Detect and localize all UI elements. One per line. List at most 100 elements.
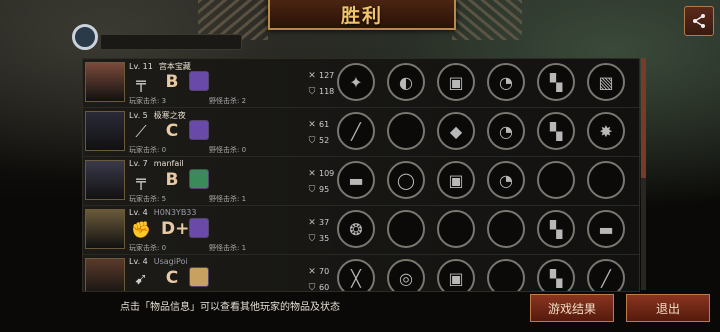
equipment-slot[interactable]: ▚ [537,210,575,248]
share-button[interactable] [684,6,714,36]
header: 胜利 [0,0,720,50]
skill-icon [189,218,209,238]
crossed-guns-ornament-right [452,0,522,40]
player-row[interactable]: Lv. 11 宫本宝藏 ╤ B 玩家击杀: 3 野怪击杀: 2 ✕ 127 ⛉ 1… [83,59,639,108]
attack-icon: ✕ [308,169,316,179]
equipment-slot[interactable]: ▬ [337,161,375,199]
grade-badge: D+ [161,219,190,239]
list-scrollbar[interactable] [641,58,646,290]
player-avatar[interactable] [85,209,125,249]
defense-value: 118 [319,87,335,96]
defense-icon: ⛉ [308,136,316,146]
equipment-slot[interactable]: ▣ [437,161,475,199]
player-avatar[interactable] [85,111,125,151]
equipment-slot[interactable]: ◐ [387,63,425,101]
skill-icon [189,71,209,91]
player-name: 宫本宝藏 [158,62,191,71]
equipment-slot[interactable]: ❂ [337,210,375,248]
empty-equipment-slot[interactable] [587,161,625,199]
monster-kills: 野怪击杀: 1 [209,244,247,252]
monster-kills: 野怪击杀: 1 [209,195,247,203]
skill-icon [189,267,209,287]
attack-value: 109 [319,169,335,178]
item-info-hint: 点击「物品信息」可以查看其他玩家的物品及状态 [120,302,340,313]
equipment-slot[interactable]: ▣ [437,63,475,101]
knife-icon: ⟋ [135,122,147,141]
crossbow-icon: ➹ [134,269,148,288]
top-player-banner [100,34,242,50]
title-plate: 胜利 [268,0,456,30]
attack-value: 127 [319,71,335,80]
game-results-button[interactable]: 游戏结果 [530,294,614,322]
equipment-slot[interactable]: ▚ [537,259,575,291]
equipment-slot[interactable]: ◆ [437,112,475,150]
player-row[interactable]: Lv. 4 H0N3YB33 ✊ D+ 玩家击杀: 0 野怪击杀: 1 ✕ 37 … [83,206,639,255]
skill-icon [189,169,209,189]
equipment-slot[interactable]: ▚ [537,112,575,150]
grade-badge: B [165,170,179,190]
player-level: Lv. 7 [129,159,148,168]
share-icon [693,14,705,28]
player-level-line: Lv. 4 UsagiPoi [129,257,188,266]
monster-kills: 野怪击杀: 0 [209,146,247,154]
defense-icon: ⛉ [308,87,316,97]
grade-badge: C [165,121,179,141]
player-kills: 玩家击杀: 0 [129,146,167,154]
equipment-slot[interactable]: ╱ [587,259,625,291]
attack-icon: ✕ [308,267,316,277]
defense-icon: ⛉ [308,234,316,244]
defense-value: 60 [319,283,330,292]
grade-badge: B [165,72,179,92]
empty-equipment-slot[interactable] [487,210,525,248]
player-level: Lv. 5 [129,111,148,120]
player-kills: 玩家击杀: 0 [129,244,167,252]
scrollbar-thumb[interactable] [641,58,646,178]
exit-button[interactable]: 退出 [626,294,710,322]
player-name: H0N3YB33 [153,208,197,217]
equipment-slot[interactable]: ▚ [537,63,575,101]
attack-icon: ✕ [308,71,316,81]
player-row[interactable]: Lv. 5 极寒之夜 ⟋ C 玩家击杀: 0 野怪击杀: 0 ✕ 61 ⛉ 52 … [83,108,639,157]
player-results-list[interactable]: Lv. 11 宫本宝藏 ╤ B 玩家击杀: 3 野怪击杀: 2 ✕ 127 ⛉ 1… [82,58,640,292]
empty-equipment-slot[interactable] [387,112,425,150]
player-level: Lv. 4 [129,208,148,217]
equipment-slot[interactable]: ◔ [487,63,525,101]
victory-title: 胜利 [340,5,383,27]
attack-value: 61 [319,120,330,129]
equipment-slot[interactable]: ◎ [387,259,425,291]
player-name: manfail [153,159,184,168]
attack-value: 70 [319,267,330,276]
defense-icon: ⛉ [308,283,316,292]
empty-equipment-slot[interactable] [487,259,525,291]
empty-equipment-slot[interactable] [537,161,575,199]
monster-kills: 野怪击杀: 2 [209,97,247,105]
equipment-slot[interactable]: ▧ [587,63,625,101]
empty-equipment-slot[interactable] [387,210,425,248]
equipment-slot[interactable]: ◯ [387,161,425,199]
equipment-slot[interactable]: ╳ [337,259,375,291]
player-row[interactable]: Lv. 7 manfail ╤ B 玩家击杀: 5 野怪击杀: 1 ✕ 109 ⛉… [83,157,639,206]
defense-value: 35 [319,234,330,243]
equipment-slot[interactable]: ✸ [587,112,625,150]
player-avatar[interactable] [85,258,125,291]
attack-icon: ✕ [308,218,316,228]
equipment-slot[interactable]: ▬ [587,210,625,248]
player-avatar[interactable] [85,160,125,200]
pistol-icon: ╤ [136,73,146,92]
equipment-slot[interactable]: ◔ [487,112,525,150]
grade-badge: C [165,268,179,288]
attack-value: 37 [319,218,330,227]
player-row[interactable]: Lv. 4UsagiPoi ➹ C 玩家击杀: 0 野怪击杀: 0 ✕ 70 ⛉… [83,255,639,292]
player-avatar[interactable] [85,62,125,102]
equipment-slot[interactable]: ◔ [487,161,525,199]
empty-equipment-slot[interactable] [437,210,475,248]
pistol-icon: ╤ [136,171,146,190]
equipment-slot[interactable]: ▣ [437,259,475,291]
player-name: 极寒之夜 [153,111,186,120]
defense-value: 95 [319,185,330,194]
player-level-line: Lv. 4 H0N3YB33 [129,208,196,217]
equipment-slot[interactable]: ╱ [337,112,375,150]
defense-value: 52 [319,136,330,145]
equipment-slot[interactable]: ✦ [337,63,375,101]
player-level: Lv. 11 [129,62,153,71]
